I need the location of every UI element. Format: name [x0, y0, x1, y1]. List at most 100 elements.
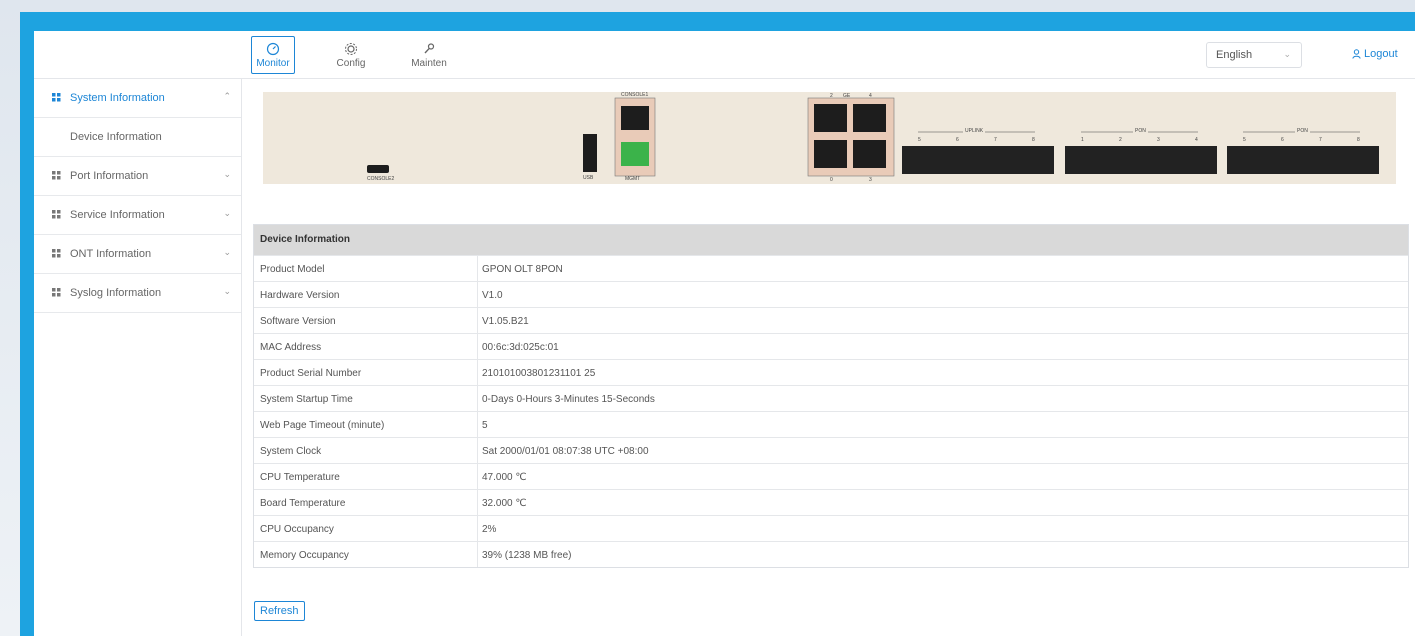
sfp-port[interactable]: [1341, 146, 1379, 174]
gear-icon: [345, 42, 357, 55]
uplink-label: UPLINK: [963, 128, 986, 134]
ge-port-number: 4: [869, 93, 872, 99]
row-value: 00:6c:3d:025c:01: [482, 342, 559, 353]
sfp-port[interactable]: [940, 146, 978, 174]
sfp-port-number: 4: [1195, 137, 1198, 143]
sfp-port[interactable]: [902, 146, 940, 174]
table-row: System Clock Sat 2000/01/01 08:07:38 UTC …: [254, 437, 1408, 463]
sfp-port-number: 7: [994, 137, 997, 143]
refresh-button[interactable]: Refresh: [254, 601, 305, 621]
grid-icon: [52, 210, 61, 219]
sidebar-item-label: System Information: [70, 92, 165, 104]
table-row: MAC Address 00:6c:3d:025c:01: [254, 333, 1408, 359]
window-frame: Monitor Config Mainten English ⌄ Logout: [20, 12, 1415, 636]
sfp-port[interactable]: [1265, 146, 1303, 174]
sfp-port[interactable]: [1065, 146, 1103, 174]
console-port[interactable]: [621, 106, 649, 130]
row-value: Sat 2000/01/01 08:07:38 UTC +08:00: [482, 446, 649, 457]
table-row: CPU Occupancy 2%: [254, 515, 1408, 541]
sfp-port[interactable]: [1103, 146, 1141, 174]
device-front-panel: CONSOLE2 USB CONSOLE1 MGMT GE UPLINK PON…: [263, 92, 1396, 184]
monitor-icon: [266, 42, 280, 55]
row-key: Web Page Timeout (minute): [254, 412, 478, 437]
sfp-port[interactable]: [978, 146, 1016, 174]
sidebar-subitem-label: Device Information: [70, 131, 162, 143]
nav-mainten[interactable]: Mainten: [407, 36, 451, 74]
nav-monitor[interactable]: Monitor: [251, 36, 295, 74]
sidebar-item-label: Port Information: [70, 170, 149, 182]
console-label: CONSOLE1: [621, 92, 649, 98]
sfp-port-number: 8: [1357, 137, 1360, 143]
table-row: Software Version V1.05.B21: [254, 307, 1408, 333]
sidebar-item-ont-information[interactable]: ONT Information ⌄: [34, 235, 241, 274]
sidebar-item-label: ONT Information: [70, 248, 152, 260]
sidebar-item-syslog-information[interactable]: Syslog Information ⌄: [34, 274, 241, 313]
pon-b-label: PON: [1295, 128, 1310, 134]
table-row: Hardware Version V1.0: [254, 281, 1408, 307]
logout-link[interactable]: Logout: [1352, 48, 1398, 60]
row-key: Hardware Version: [254, 282, 478, 307]
main-content: CONSOLE2 USB CONSOLE1 MGMT GE UPLINK PON…: [243, 79, 1415, 636]
sfp-port-number: 5: [918, 137, 921, 143]
table-row: Product Model GPON OLT 8PON: [254, 255, 1408, 281]
mgmt-label: MGMT: [625, 176, 641, 182]
row-key: Product Serial Number: [254, 360, 478, 385]
nav-monitor-label: Monitor: [256, 57, 290, 69]
row-value: 32.000 ℃: [482, 498, 527, 509]
sidebar-item-port-information[interactable]: Port Information ⌄: [34, 157, 241, 196]
row-key: Memory Occupancy: [254, 542, 478, 567]
row-value: 39% (1238 MB free): [482, 550, 572, 561]
nav-config[interactable]: Config: [329, 36, 373, 74]
chevron-down-icon: ⌄: [1283, 49, 1291, 59]
sfp-port[interactable]: [1179, 146, 1217, 174]
sidebar-item-service-information[interactable]: Service Information ⌄: [34, 196, 241, 235]
row-value: V1.05.B21: [482, 316, 529, 327]
table-row: CPU Temperature 47.000 ℃: [254, 463, 1408, 489]
row-key: Board Temperature: [254, 490, 478, 515]
sfp-port-number: 6: [956, 137, 959, 143]
app-window: Monitor Config Mainten English ⌄ Logout: [34, 31, 1415, 636]
ge-label: GE: [843, 93, 851, 99]
row-value: 2%: [482, 524, 497, 535]
console2-label: CONSOLE2: [367, 176, 395, 182]
row-key: Product Model: [254, 256, 478, 281]
sidebar: System Information ⌃ Device Information …: [34, 79, 242, 636]
grid-icon: [52, 93, 61, 102]
sfp-port[interactable]: [1141, 146, 1179, 174]
nav-config-label: Config: [336, 57, 366, 69]
language-select[interactable]: English ⌄: [1206, 42, 1302, 68]
ge-port[interactable]: [814, 140, 847, 168]
language-value: English: [1216, 49, 1253, 61]
usb-port[interactable]: [583, 134, 597, 172]
sfp-port[interactable]: [1227, 146, 1265, 174]
usb-label: USB: [583, 175, 594, 181]
sidebar-item-system-information[interactable]: System Information ⌃: [34, 79, 241, 118]
sfp-port[interactable]: [1016, 146, 1054, 174]
sfp-port[interactable]: [1303, 146, 1341, 174]
chevron-up-icon: ⌃: [223, 91, 231, 101]
console2-port[interactable]: [367, 165, 389, 173]
grid-icon: [52, 288, 61, 297]
row-value: 47.000 ℃: [482, 472, 527, 483]
ge-port[interactable]: [814, 104, 847, 132]
ge-port-number: 3: [869, 177, 872, 183]
user-icon: [1352, 49, 1361, 59]
mgmt-port[interactable]: [621, 142, 649, 166]
row-value: V1.0: [482, 290, 503, 301]
grid-icon: [52, 249, 61, 258]
row-key: System Clock: [254, 438, 478, 463]
device-info-table: Device Information Product Model GPON OLT…: [253, 224, 1409, 568]
ge-port[interactable]: [853, 104, 886, 132]
device-info-title: Device Information: [254, 225, 1408, 255]
row-key: CPU Occupancy: [254, 516, 478, 541]
wrench-icon: [424, 42, 435, 53]
sidebar-subitem-device-information[interactable]: Device Information: [34, 118, 241, 157]
sfp-port-number: 3: [1157, 137, 1160, 143]
sidebar-item-label: Service Information: [70, 209, 165, 221]
table-row: Board Temperature 32.000 ℃: [254, 489, 1408, 515]
ge-port[interactable]: [853, 140, 886, 168]
chevron-down-icon: ⌄: [223, 208, 231, 218]
table-row: System Startup Time 0-Days 0-Hours 3-Minu…: [254, 385, 1408, 411]
sfp-port-number: 7: [1319, 137, 1322, 143]
sfp-port-number: 5: [1243, 137, 1246, 143]
